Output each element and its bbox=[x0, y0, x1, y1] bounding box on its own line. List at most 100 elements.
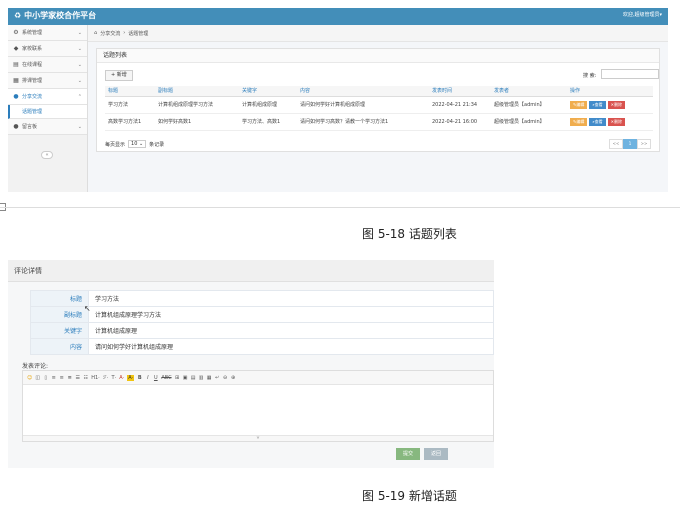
sidebar-item-label: 分享交流 bbox=[22, 94, 43, 100]
redo-icon[interactable]: ⊕ bbox=[231, 375, 236, 381]
blockquote-icon[interactable]: ▯ bbox=[43, 375, 48, 381]
column-header[interactable]: 发表时间 bbox=[429, 86, 491, 97]
numbered-list-icon[interactable]: ☷ bbox=[83, 375, 88, 381]
table-cell: 超级管理员【admin】 bbox=[491, 96, 567, 114]
background-color-icon[interactable]: A· bbox=[127, 374, 135, 381]
font-family-icon[interactable]: ℱ· bbox=[103, 375, 109, 381]
sidebar-item-schedule[interactable]: ▦ 排课管理 ⌄ bbox=[8, 73, 87, 89]
mouse-cursor-icon: ↖ bbox=[84, 304, 91, 313]
sidebar-item-sharing[interactable]: ● 分享交流 ⌃ bbox=[8, 89, 87, 105]
detail-label: 关键字 bbox=[30, 322, 89, 339]
sidebar-item-label: 在线课程 bbox=[22, 62, 43, 68]
page-divider bbox=[0, 207, 680, 208]
delete-button[interactable]: ✕删除 bbox=[607, 100, 625, 109]
next-page-button[interactable]: >> bbox=[637, 139, 651, 149]
table-cell: 计算机组成原理学习方法 bbox=[155, 96, 239, 114]
rich-text-editor[interactable]: ☺ ◫ ▯ ≡ ≡ ≣ ☰ ☷ H1· ℱ· T· A· A· B I U AB… bbox=[22, 370, 494, 442]
table-cell: 2022-04-21 16:00 bbox=[429, 113, 491, 131]
align-left-icon[interactable]: ≡ bbox=[51, 375, 56, 381]
insert-image-icon[interactable]: ▣ bbox=[183, 375, 188, 381]
chevron-down-icon: ⌄ bbox=[77, 123, 82, 130]
edit-button[interactable]: ✎编辑 bbox=[570, 117, 588, 126]
detail-label: 标题 bbox=[30, 290, 89, 307]
page-button-current[interactable]: 1 bbox=[623, 139, 637, 149]
figure-caption: 图 5-18 话题列表 bbox=[362, 227, 457, 241]
image-icon[interactable]: ◫ bbox=[35, 375, 40, 381]
editor-resize-handle[interactable]: ⩔ bbox=[23, 435, 493, 441]
sidebar-item-messages[interactable]: ● 留言板 ⌄ bbox=[8, 119, 87, 135]
emoji-icon[interactable]: ☺ bbox=[27, 375, 32, 381]
edit-label: 编辑 bbox=[576, 101, 585, 107]
delete-button[interactable]: ✕删除 bbox=[607, 117, 625, 126]
detail-row: 内容 请问如何学好计算机组成原理 bbox=[30, 338, 494, 355]
submit-button[interactable]: 提交 bbox=[396, 448, 420, 460]
sidebar-subitem-topics[interactable]: 话题管理 bbox=[8, 105, 87, 119]
layout-icon[interactable]: ▦ bbox=[207, 375, 212, 381]
user-menu[interactable]: 欢迎,超级管理员▾ bbox=[623, 11, 662, 18]
column-header[interactable]: 发表者 bbox=[491, 86, 567, 97]
view-button[interactable]: ⌕查看 bbox=[589, 100, 606, 109]
heading-icon[interactable]: H1· bbox=[91, 375, 100, 381]
tag-icon: ◆ bbox=[13, 45, 19, 52]
row-actions: ✎编辑 ⌕查看 ✕删除 bbox=[567, 96, 653, 114]
strikethrough-icon[interactable]: ABC bbox=[161, 375, 171, 381]
text-color-icon[interactable]: A· bbox=[119, 375, 124, 381]
sidebar-subitem-label: 话题管理 bbox=[22, 109, 43, 115]
line-break-icon[interactable]: ↵ bbox=[215, 375, 220, 381]
figure-caption: 图 5-19 新增话题 bbox=[362, 489, 457, 503]
align-center-icon[interactable]: ≡ bbox=[59, 375, 64, 381]
bold-icon[interactable]: B bbox=[137, 375, 142, 381]
table-cell: 如何学好高数1 bbox=[155, 113, 239, 131]
page-size-select[interactable]: 10 ⌄ bbox=[128, 140, 147, 148]
add-button[interactable]: + 新增 bbox=[105, 70, 133, 81]
page-title: 评论详情 bbox=[8, 260, 494, 282]
sidebar-item-courses[interactable]: ▤ 在线课程 ⌄ bbox=[8, 57, 87, 73]
page-size-control: 每页显示 10 ⌄ 条记录 bbox=[105, 140, 164, 148]
app-logo[interactable]: ♻ 中小学家校合作平台 bbox=[14, 10, 96, 21]
align-right-icon[interactable]: ≣ bbox=[67, 375, 72, 381]
column-header[interactable]: 副标题 bbox=[155, 86, 239, 97]
column-header[interactable]: 内容 bbox=[297, 86, 429, 97]
calendar-icon: ▦ bbox=[13, 77, 19, 84]
back-button[interactable]: 返回 bbox=[424, 448, 448, 460]
sidebar-item-label: 系统管理 bbox=[22, 30, 43, 36]
detail-table: 标题 学习方法 副标题 计算机组成原理学习方法 关键字 计算机组成原理 内容 请… bbox=[30, 290, 494, 355]
search-input[interactable] bbox=[601, 69, 659, 79]
prev-page-button[interactable]: << bbox=[609, 139, 623, 149]
editor-toolbar: ☺ ◫ ▯ ≡ ≡ ≣ ☰ ☷ H1· ℱ· T· A· A· B I U AB… bbox=[23, 371, 493, 385]
insert-media-icon[interactable]: ▤ bbox=[191, 375, 196, 381]
sidebar-item-system[interactable]: ⚙ 系统管理 ⌄ bbox=[8, 25, 87, 41]
breadcrumb: ⌂ 分享交流 › 话题管理 bbox=[88, 25, 668, 42]
italic-icon[interactable]: I bbox=[145, 375, 150, 381]
bulleted-list-icon[interactable]: ☰ bbox=[75, 375, 80, 381]
column-header[interactable]: 标题 bbox=[105, 86, 155, 97]
records-label: 条记录 bbox=[149, 141, 165, 148]
home-icon[interactable]: ⌂ bbox=[94, 30, 97, 36]
top-navbar: ♻ 中小学家校合作平台 欢迎,超级管理员▾ bbox=[8, 8, 668, 25]
delete-label: 删除 bbox=[613, 118, 622, 124]
underline-icon[interactable]: U bbox=[153, 375, 158, 381]
table-row: 高数学习方法1 如何学好高数1 学习方法、高数1 请问如何学习高数？请教一个学习… bbox=[105, 113, 653, 131]
detail-value: 学习方法 bbox=[88, 290, 494, 307]
sidebar-collapse-button[interactable]: « bbox=[41, 151, 53, 159]
sidebar-item-home-school[interactable]: ◆ 家校联系 ⌄ bbox=[8, 41, 87, 57]
chevron-down-icon: ⌄ bbox=[77, 61, 82, 68]
view-button[interactable]: ⌕查看 bbox=[589, 117, 606, 126]
sidebar-item-label: 家校联系 bbox=[22, 46, 43, 52]
font-size-icon[interactable]: T· bbox=[111, 375, 116, 381]
code-icon[interactable]: ▥ bbox=[199, 375, 204, 381]
breadcrumb-item[interactable]: 分享交流 bbox=[100, 30, 120, 37]
detail-row: 副标题 计算机组成原理学习方法 bbox=[30, 306, 494, 323]
table-icon[interactable]: ⊞ bbox=[175, 375, 180, 381]
page-size-label: 每页显示 bbox=[105, 141, 126, 148]
table-cell: 高数学习方法1 bbox=[105, 113, 155, 131]
book-icon: ▤ bbox=[13, 61, 19, 68]
table-cell: 超级管理员【admin】 bbox=[491, 113, 567, 131]
undo-icon[interactable]: ⊖ bbox=[223, 375, 228, 381]
chevron-down-icon: ⌄ bbox=[77, 29, 82, 36]
edit-button[interactable]: ✎编辑 bbox=[570, 100, 588, 109]
detail-value: 计算机组成原理学习方法 bbox=[88, 306, 494, 323]
comment-detail-screenshot: 评论详情 标题 学习方法 副标题 计算机组成原理学习方法 关键字 计算机组成原理… bbox=[8, 260, 494, 468]
table-cell: 学习方法 bbox=[105, 96, 155, 114]
column-header[interactable]: 关键字 bbox=[239, 86, 297, 97]
